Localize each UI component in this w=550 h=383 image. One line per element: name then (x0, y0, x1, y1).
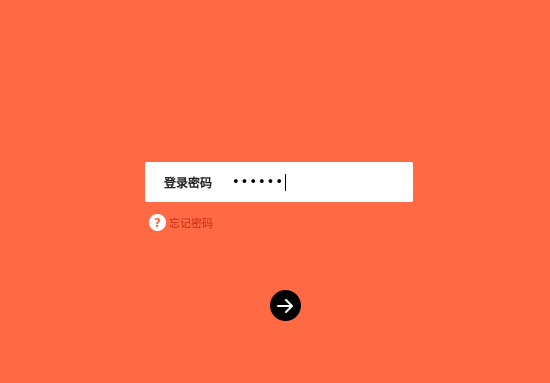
password-input[interactable]: •••••• (232, 162, 413, 202)
password-field-container[interactable]: 登录密码 •••••• (145, 162, 413, 202)
arrow-right-icon (277, 298, 293, 313)
password-masked-value: •••••• (232, 174, 285, 190)
forgot-password-label: 忘记密码 (169, 216, 213, 230)
text-caret (285, 173, 287, 191)
forgot-password-link[interactable]: ? 忘记密码 (149, 214, 213, 231)
password-label: 登录密码 (164, 175, 213, 190)
question-circle-icon: ? (149, 214, 166, 231)
login-submit-button[interactable] (270, 290, 301, 321)
